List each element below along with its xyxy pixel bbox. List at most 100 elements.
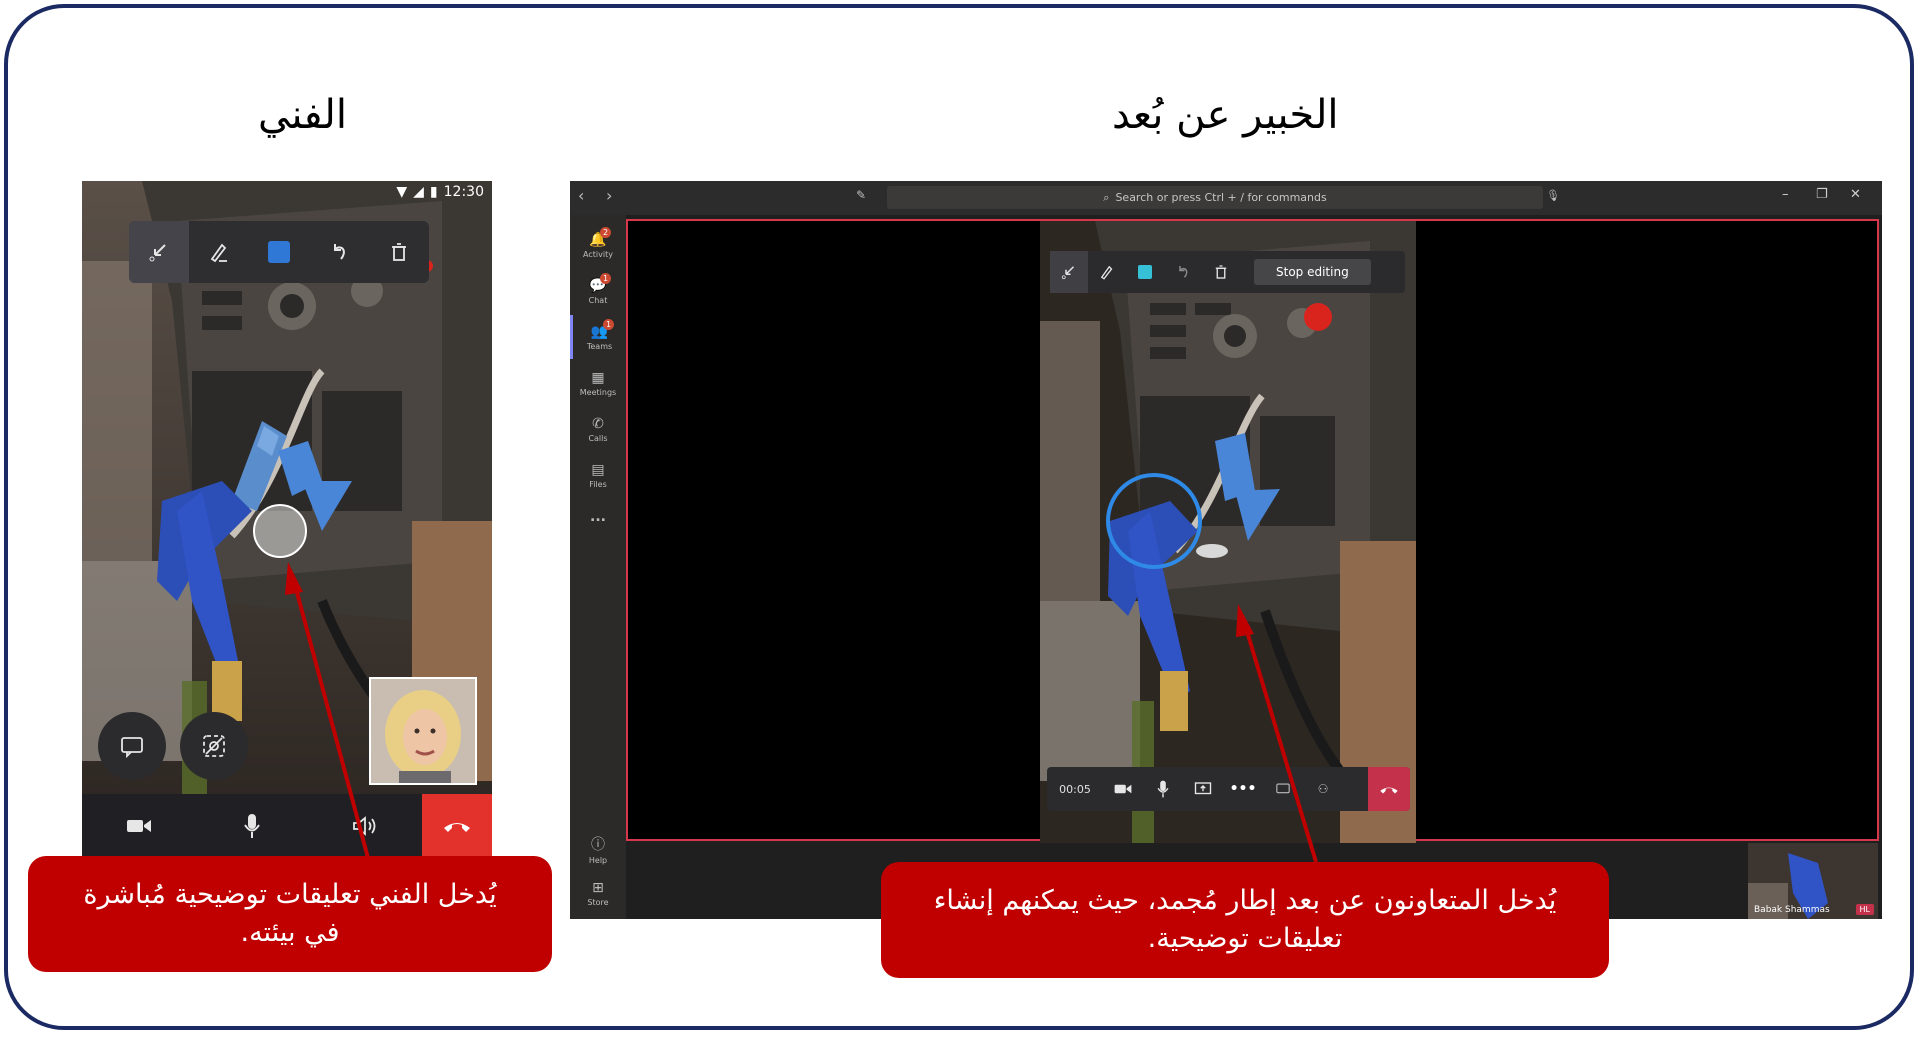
speaker-toggle-button[interactable] [309,794,422,858]
rail-item-more[interactable]: ... [570,495,626,539]
self-name-label: Babak Shammas [1754,905,1830,915]
hang-up-button[interactable] [421,794,492,858]
pen-icon [1100,265,1113,280]
more-options-button[interactable]: ••• [1223,767,1263,811]
color-icon [268,241,290,263]
chat-icon [1276,783,1290,794]
close-button[interactable]: ✕ [1850,187,1861,202]
dictation-mic-icon[interactable]: 🎙 [1546,189,1560,202]
undo-icon [334,244,345,260]
shared-video-stage: Stop editing 00:05 ••• ⚇ [626,219,1879,851]
chat-icon [121,737,143,759]
status-bar: ▼ ◢ ▮ 12:30 [388,181,492,203]
machine-scene-image [1040,221,1416,851]
video-icon [126,820,151,832]
restore-button[interactable]: ❐ [1816,187,1828,202]
rail-item-help[interactable]: ⓘ Help [570,827,626,871]
delete-button[interactable] [1202,251,1240,293]
speaker-icon [353,816,376,836]
rail-label: Chat [588,295,608,305]
participants-button[interactable]: ⚇ [1303,767,1343,811]
teams-badge: 1 [603,319,614,330]
technician-callout: يُدخل الفني تعليقات توضيحية مُباشرة في ب… [28,856,552,972]
ink-toolbar [129,221,429,283]
remote-callout-text: يُدخل المتعاونون عن بعد إطار مُجمد، حيث … [933,885,1557,954]
share-icon [1194,782,1212,795]
share-screen-button[interactable] [1183,767,1223,811]
rail-label: Teams [586,341,613,351]
call-controls-bar: 00:05 ••• ⚇ [1047,767,1410,811]
mic-toggle-button[interactable] [1143,767,1183,811]
remote-expert-title: الخبير عن بُعد [1112,92,1339,138]
rail-item-chat[interactable]: 💬 1 Chat [570,269,626,313]
remote-callout: يُدخل المتعاونون عن بعد إطار مُجمد، حيث … [881,862,1609,978]
rail-label: Store [587,897,609,907]
wifi-icon: ▼ [396,184,408,200]
rail-item-store[interactable]: ⊞ Store [570,871,626,915]
back-arrow-icon[interactable]: ‹ [578,186,584,205]
frozen-frame: Stop editing 00:05 ••• ⚇ [1040,221,1416,851]
hang-up-button[interactable] [1368,767,1410,811]
color-picker-button[interactable] [1126,251,1164,293]
hang-up-icon [443,823,470,832]
pointer-tool-button[interactable] [129,221,189,283]
mic-toggle-button[interactable] [195,794,308,858]
phone-call-bar [82,794,492,858]
rail-item-calls[interactable]: ✆ Calls [570,407,626,451]
pointer-icon [149,244,166,262]
hide-view-icon [203,735,225,757]
rail-item-meetings[interactable]: ▦ Meetings [570,361,626,405]
files-icon: ▤ [591,461,605,478]
chat-button[interactable] [98,712,166,780]
chat-badge: 1 [600,273,611,284]
technician-title: الفني [258,92,347,138]
trash-icon [1215,265,1227,279]
activity-badge: 2 [600,227,611,238]
minimize-button[interactable]: – [1782,187,1789,202]
self-view-thumbnail[interactable]: Babak Shammas HL [1748,843,1878,919]
title-bar: ‹ › ✎ ⌕ Search or press Ctrl + / for com… [570,181,1882,215]
forward-arrow-icon[interactable]: › [606,186,612,205]
call-timer: 00:05 [1059,782,1091,796]
teams-window: ‹ › ✎ ⌕ Search or press Ctrl + / for com… [570,181,1882,919]
trash-icon [392,243,406,261]
rail-label: Files [589,479,607,489]
status-time: 12:30 [443,184,484,200]
search-bar[interactable]: ⌕ Search or press Ctrl + / for commands [887,186,1543,209]
video-toggle-button[interactable] [1103,767,1143,811]
undo-button[interactable] [309,221,369,283]
participant-avatar [371,679,475,783]
undo-button[interactable] [1164,251,1202,293]
rail-item-teams[interactable]: 👥 1 Teams [570,315,626,359]
pen-tool-button[interactable] [189,221,249,283]
hang-up-icon [1380,787,1398,793]
self-initials-badge: HL [1855,904,1874,915]
search-placeholder: Search or press Ctrl + / for commands [1115,191,1327,204]
pointer-icon [1061,266,1075,280]
phone-icon: ✆ [592,415,604,432]
battery-icon: ▮ [429,184,438,200]
color-picker-button[interactable] [249,221,309,283]
participants-icon: ⚇ [1317,782,1329,796]
rail-item-activity[interactable]: 🔔 2 Activity [570,223,626,267]
rail-label: Calls [588,433,608,443]
store-icon: ⊞ [592,879,604,896]
compose-icon[interactable]: ✎ [856,188,866,202]
chat-button[interactable] [1263,767,1303,811]
edit-toolbar: Stop editing [1050,251,1405,293]
rail-label: Activity [583,249,613,259]
hide-view-button[interactable] [180,712,248,780]
signal-icon: ◢ [413,184,424,200]
delete-button[interactable] [369,221,429,283]
pointer-tool-button[interactable] [1050,251,1088,293]
pen-tool-button[interactable] [1088,251,1126,293]
rail-item-files[interactable]: ▤ Files [570,453,626,497]
more-icon: ••• [1229,781,1257,797]
rail-label: Meetings [579,387,617,397]
mic-icon [244,814,260,838]
remote-participant-video [369,677,477,785]
stop-editing-button[interactable]: Stop editing [1254,259,1371,285]
app-rail: 🔔 2 Activity 💬 1 Chat 👥 1 Teams ▦ Meetin… [570,215,626,919]
video-toggle-button[interactable] [82,794,195,858]
undo-icon [1179,266,1188,278]
